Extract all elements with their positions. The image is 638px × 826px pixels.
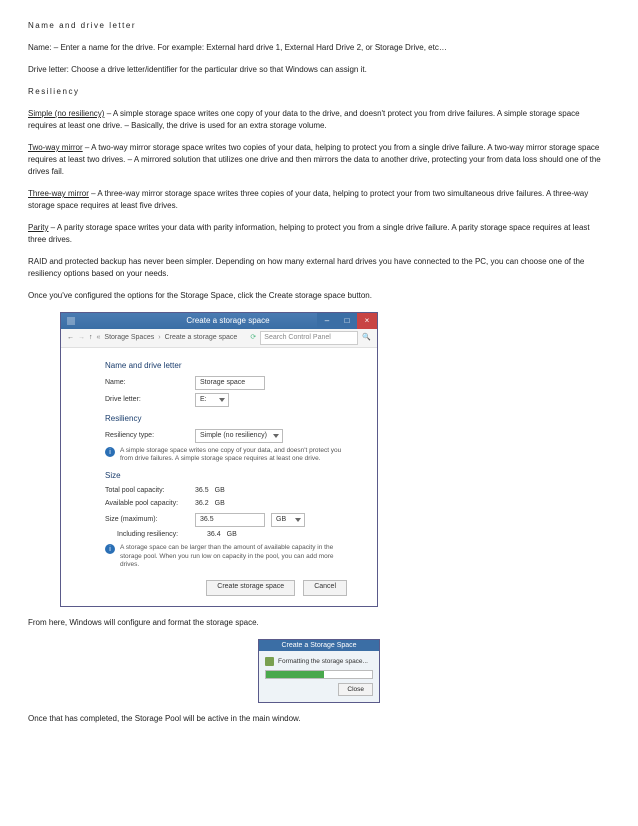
breadcrumb-separator: ›: [158, 333, 160, 344]
input-size-maximum[interactable]: 36.5: [195, 513, 265, 527]
breadcrumb-separator: «: [97, 333, 101, 344]
progress-message: Formatting the storage space...: [278, 657, 368, 667]
label-drive-letter: Drive letter:: [105, 395, 195, 406]
dialog-app-icon: [67, 317, 75, 325]
unit-available-capacity: GB: [215, 499, 225, 510]
nav-back-icon[interactable]: ←: [67, 333, 74, 344]
label-size-maximum: Size (maximum):: [105, 515, 195, 526]
text-from-here: From here, Windows will configure and fo…: [28, 617, 610, 629]
input-name[interactable]: Storage space: [195, 376, 265, 390]
label-available-capacity: Available pool capacity:: [105, 499, 195, 510]
select-size-unit[interactable]: GB: [271, 513, 305, 527]
info-icon: i: [105, 447, 115, 457]
term-twoway: Two-way mirror: [28, 143, 83, 152]
select-drive-letter[interactable]: E:: [195, 393, 229, 407]
group-name-drive-letter: Name and drive letter: [105, 360, 347, 372]
breadcrumb-storage-spaces[interactable]: Storage Spaces: [104, 333, 154, 344]
screenshot-formatting-progress: Create a Storage Space Formatting the st…: [258, 639, 380, 704]
nav-up-icon[interactable]: ↑: [89, 333, 93, 344]
text-twoway: – A two-way mirror storage space writes …: [28, 143, 601, 176]
label-resiliency-type: Resiliency type:: [105, 431, 195, 442]
window-minimize-button[interactable]: –: [317, 313, 337, 329]
paragraph-twoway: Two-way mirror – A two-way mirror storag…: [28, 142, 610, 178]
drive-icon: [265, 657, 274, 666]
text-raid: RAID and protected backup has never been…: [28, 256, 610, 280]
heading-resiliency: Resiliency: [28, 86, 610, 98]
cancel-button[interactable]: Cancel: [303, 580, 347, 596]
heading-name-drive: Name and drive letter: [28, 20, 610, 32]
unit-including-resiliency: GB: [227, 530, 237, 541]
dialog-toolbar: ← → ↑ « Storage Spaces › Create a storag…: [61, 329, 377, 348]
window-maximize-button[interactable]: □: [337, 313, 357, 329]
breadcrumb-create-storage-space[interactable]: Create a storage space: [165, 333, 238, 344]
progress-bar: [265, 670, 373, 679]
text-driveletter-desc: Drive letter: Choose a drive letter/iden…: [28, 64, 610, 76]
label-total-capacity: Total pool capacity:: [105, 486, 195, 497]
group-resiliency: Resiliency: [105, 413, 347, 425]
value-available-capacity: 36.2: [195, 499, 209, 510]
label-name: Name:: [105, 378, 195, 389]
text-simple: – A simple storage space writes one copy…: [28, 109, 580, 130]
info-icon: i: [105, 544, 115, 554]
text-name-desc: Name: – Enter a name for the drive. For …: [28, 42, 610, 54]
dialog-create-storage-space: Create a storage space – □ × ← → ↑ « Sto…: [60, 312, 378, 607]
nav-forward-icon[interactable]: →: [78, 333, 85, 344]
dialog-body: Name and drive letter Name: Storage spac…: [61, 348, 377, 606]
search-icon[interactable]: 🔍: [362, 333, 371, 344]
text-click-create: Once you've configured the options for t…: [28, 290, 610, 302]
value-including-resiliency: 36.4: [207, 530, 221, 541]
select-resiliency-type[interactable]: Simple (no resiliency): [195, 429, 283, 443]
info-size-text: A storage space can be larger than the a…: [120, 544, 347, 569]
close-button[interactable]: Close: [338, 683, 373, 696]
value-total-capacity: 36.5: [195, 486, 209, 497]
paragraph-simple: Simple (no resiliency) – A simple storag…: [28, 108, 610, 132]
search-input[interactable]: Search Control Panel: [260, 331, 358, 345]
refresh-icon[interactable]: ⟳: [250, 333, 256, 344]
term-parity: Parity: [28, 223, 48, 232]
window-close-button[interactable]: ×: [357, 313, 377, 329]
text-once-completed: Once that has completed, the Storage Poo…: [28, 713, 610, 725]
group-size: Size: [105, 470, 347, 482]
paragraph-threeway: Three-way mirror – A three-way mirror st…: [28, 188, 610, 212]
term-simple: Simple (no resiliency): [28, 109, 104, 118]
progress-dialog-title: Create a Storage Space: [259, 640, 379, 651]
text-threeway: – A three-way mirror storage space write…: [28, 189, 588, 210]
dialog-titlebar: Create a storage space – □ ×: [61, 313, 377, 329]
unit-total-capacity: GB: [215, 486, 225, 497]
info-resiliency-text: A simple storage space writes one copy o…: [120, 447, 347, 464]
text-parity: – A parity storage space writes your dat…: [28, 223, 590, 244]
label-including-resiliency: Including resiliency:: [117, 530, 207, 541]
term-threeway: Three-way mirror: [28, 189, 89, 198]
paragraph-parity: Parity – A parity storage space writes y…: [28, 222, 610, 246]
create-storage-space-button[interactable]: Create storage space: [206, 580, 295, 596]
screenshot-create-storage-space: Create a storage space – □ × ← → ↑ « Sto…: [60, 312, 610, 607]
